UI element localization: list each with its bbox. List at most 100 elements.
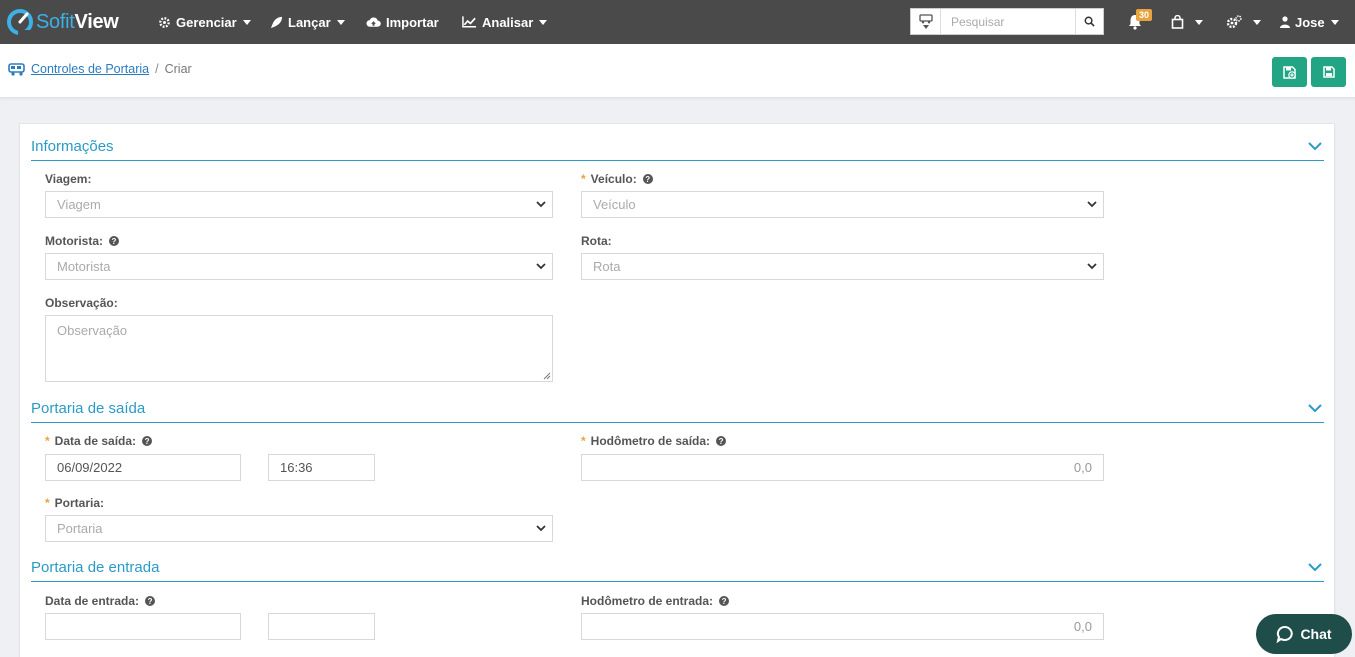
nav-bag-menu[interactable] (1171, 0, 1203, 44)
bus-icon (8, 63, 25, 76)
rota-placeholder: Rota (593, 259, 621, 274)
nav-lancar-label: Lançar (288, 14, 331, 30)
notification-badge: 30 (1136, 9, 1153, 21)
brand-name: SofitView (36, 10, 119, 33)
caret-down-icon (539, 19, 548, 25)
shopping-bag-icon (1171, 15, 1184, 29)
save-and-new-button[interactable] (1272, 57, 1307, 87)
data-entrada-label: Data de entrada:? (45, 594, 156, 608)
nav-lancar[interactable]: Lançar (270, 0, 345, 44)
motorista-select[interactable]: Motorista (45, 253, 553, 280)
required-mark: * (45, 434, 50, 448)
hodometro-saida-input[interactable]: 0,0 (581, 454, 1104, 481)
observacao-label: Observação: (45, 296, 118, 310)
chevron-down-icon[interactable] (1308, 562, 1322, 572)
required-mark: * (581, 172, 586, 186)
truck-icon (918, 14, 933, 24)
chat-button[interactable]: Chat (1256, 614, 1352, 654)
gear-icon (1226, 15, 1242, 29)
observacao-textarea[interactable]: Observação (45, 315, 553, 382)
data-saida-date-input[interactable]: 06/09/2022 (45, 454, 241, 481)
breadcrumb-bar: Controles de Portaria / Criar (0, 44, 1355, 98)
rota-select[interactable]: Rota (581, 253, 1104, 280)
caret-down-icon (336, 19, 345, 25)
nav-gerenciar[interactable]: Gerenciar (158, 0, 251, 44)
observacao-placeholder: Observação (57, 323, 128, 338)
required-mark: * (45, 496, 50, 510)
search-input[interactable] (941, 9, 1075, 34)
help-icon: ? (145, 596, 156, 606)
speedometer-logo-icon (7, 9, 34, 36)
user-name: Jose (1295, 14, 1325, 30)
nav-importar-label: Importar (386, 14, 439, 30)
breadcrumb-separator: / (155, 62, 159, 76)
search-icon (1084, 16, 1095, 27)
form-card: Informações Viagem: Viagem * Veículo:? Ve… (19, 123, 1335, 657)
save-button[interactable] (1311, 57, 1346, 87)
chevron-down-icon[interactable] (1308, 141, 1322, 151)
brand-logo[interactable]: SofitView (6, 8, 119, 36)
breadcrumb-link[interactable]: Controles de Portaria (31, 62, 149, 76)
section-divider (31, 160, 1324, 161)
caret-down-icon (1195, 19, 1203, 25)
help-icon: ? (109, 236, 119, 246)
breadcrumb-current: Criar (164, 62, 192, 76)
portaria-select[interactable]: Portaria (45, 515, 553, 542)
nav-analisar[interactable]: Analisar (462, 0, 548, 44)
help-icon: ? (716, 436, 727, 446)
caret-down-icon (1253, 19, 1261, 25)
help-icon: ? (642, 174, 653, 184)
section-title-saida: Portaria de saída (31, 400, 146, 417)
chevron-down-icon (1081, 192, 1103, 217)
hodometro-entrada-input[interactable]: 0,0 (581, 613, 1104, 640)
hodometro-entrada-label: Hodômetro de entrada:? (581, 594, 730, 608)
search-button[interactable] (1075, 9, 1103, 34)
user-icon (1280, 16, 1290, 28)
nav-analisar-label: Analisar (482, 14, 534, 30)
veiculo-label: * Veículo:? (581, 172, 653, 186)
portaria-label: * Portaria: (45, 496, 105, 510)
data-entrada-date-input[interactable] (45, 613, 241, 640)
gears-icon (159, 16, 170, 28)
line-chart-icon (462, 16, 477, 28)
section-title-entrada: Portaria de entrada (31, 559, 160, 576)
chevron-down-icon[interactable] (1308, 403, 1322, 413)
section-divider (31, 422, 1324, 423)
veiculo-placeholder: Veículo (593, 197, 636, 212)
search-type-dropdown[interactable] (911, 9, 941, 34)
hodometro-saida-label: * Hodômetro de saída:? (581, 434, 727, 448)
data-entrada-time-input[interactable] (268, 613, 375, 640)
viagem-select[interactable]: Viagem (45, 191, 553, 218)
required-mark: * (581, 434, 586, 448)
save-icon (1322, 66, 1335, 78)
nav-settings-menu[interactable] (1226, 0, 1261, 44)
veiculo-select[interactable]: Veículo (581, 191, 1104, 218)
caret-down-icon (242, 19, 251, 25)
portaria-placeholder: Portaria (57, 521, 103, 536)
rocket-icon (270, 16, 283, 28)
rota-label: Rota: (581, 234, 612, 248)
help-icon: ? (142, 436, 153, 446)
viagem-placeholder: Viagem (57, 197, 101, 212)
save-plus-icon (1283, 65, 1296, 79)
user-menu[interactable]: Jose (1280, 0, 1339, 44)
caret-down-icon (922, 25, 929, 29)
help-icon: ? (719, 596, 730, 606)
global-search (910, 8, 1104, 35)
data-saida-label: * Data de saída:? (45, 434, 153, 448)
motorista-placeholder: Motorista (57, 259, 111, 274)
chat-label: Chat (1300, 626, 1332, 642)
breadcrumb: Controles de Portaria / Criar (8, 62, 192, 76)
section-title-informacoes: Informações (31, 138, 114, 155)
nav-importar[interactable]: Importar (366, 0, 439, 44)
viagem-label: Viagem: (45, 172, 92, 186)
data-saida-time-input[interactable]: 16:36 (268, 454, 375, 481)
chevron-down-icon (530, 516, 552, 541)
top-navbar: SofitView Gerenciar Lançar Importar Anal… (0, 0, 1355, 44)
section-divider (31, 581, 1324, 582)
chevron-down-icon (1081, 254, 1103, 279)
chevron-down-icon (530, 254, 552, 279)
resize-grip-icon[interactable] (543, 372, 551, 380)
motorista-label: Motorista:? (45, 234, 119, 248)
cloud-upload-icon (366, 17, 381, 27)
